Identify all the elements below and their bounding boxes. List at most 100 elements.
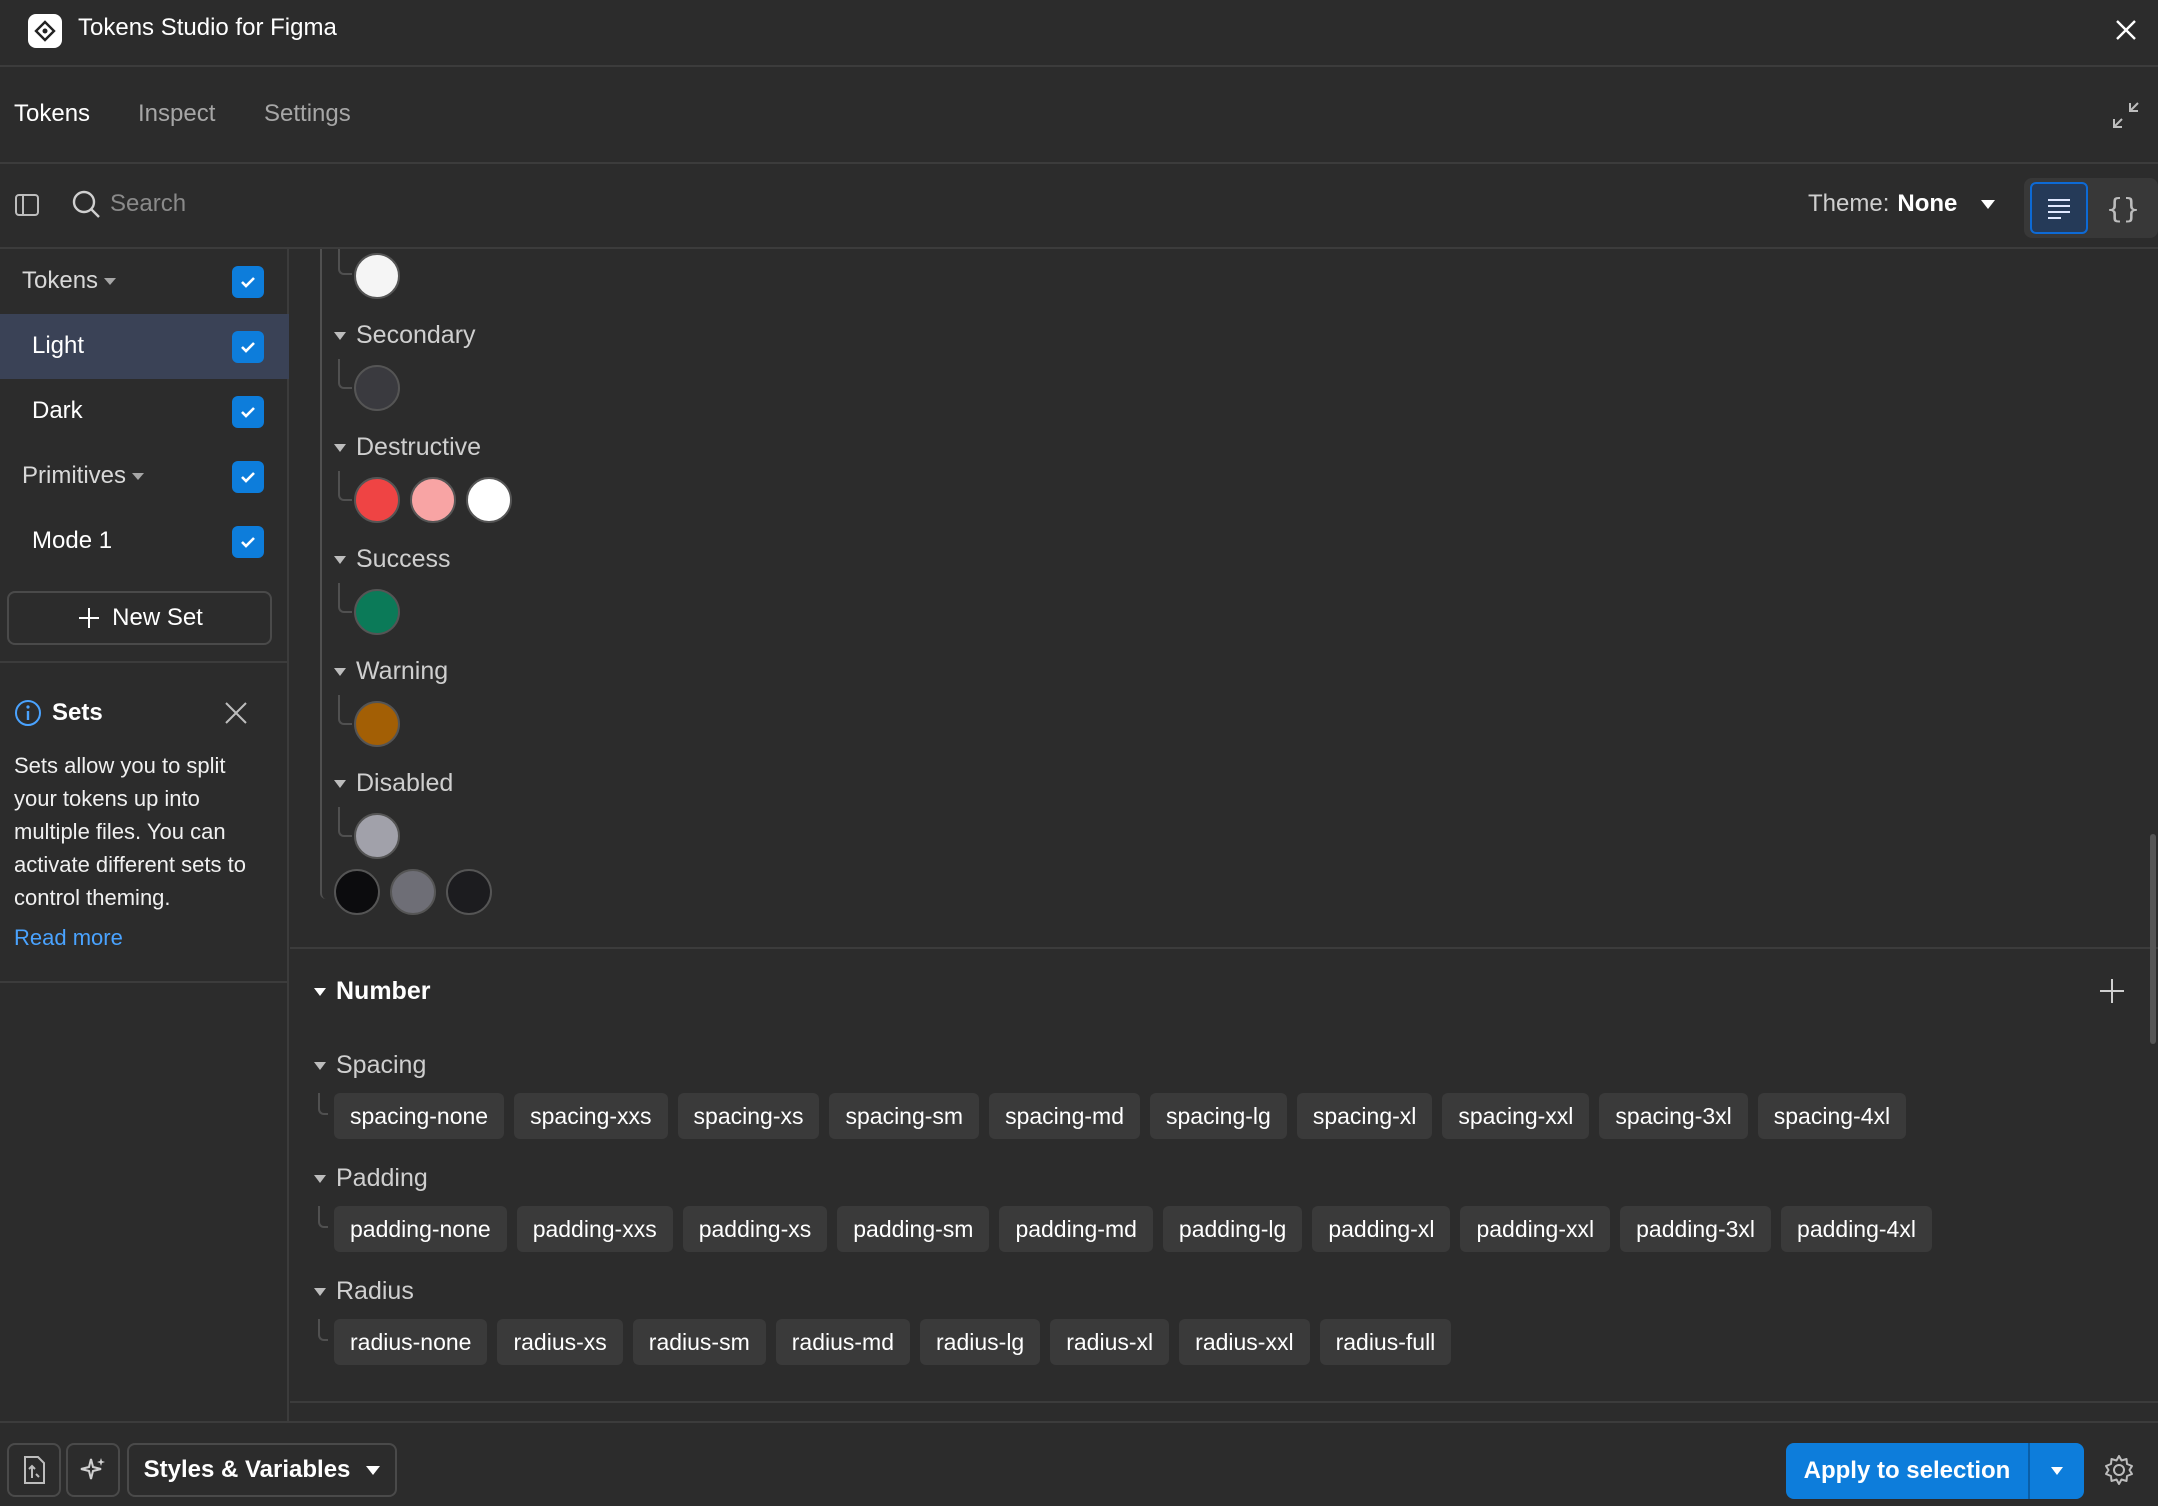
set-checkbox[interactable] (232, 396, 264, 428)
group-header-padding[interactable]: Padding (314, 1164, 428, 1193)
token-pill[interactable]: spacing-none (334, 1093, 505, 1139)
token-pill[interactable]: radius-none (334, 1319, 488, 1365)
chevron-down-icon[interactable] (2030, 1467, 2084, 1475)
chevron-down-icon (104, 278, 117, 286)
color-token-swatch[interactable] (354, 253, 400, 299)
search-input[interactable] (110, 184, 710, 224)
tab-settings[interactable]: Settings (264, 100, 351, 128)
set-row-dark[interactable]: Dark (0, 379, 289, 444)
token-pill[interactable]: padding-sm (837, 1206, 990, 1252)
token-pill[interactable]: spacing-xs (677, 1093, 820, 1139)
ai-button[interactable] (66, 1443, 120, 1497)
tab-inspect[interactable]: Inspect (138, 100, 215, 128)
token-pill[interactable]: radius-lg (920, 1319, 1041, 1365)
chevron-down-icon (366, 1465, 381, 1475)
group-label: Success (356, 545, 451, 573)
tab-tokens[interactable]: Tokens (14, 100, 90, 128)
color-token-swatch[interactable] (354, 813, 400, 859)
section-header-number[interactable]: Number (314, 977, 430, 1006)
token-pill[interactable]: radius-xl (1050, 1319, 1170, 1365)
close-icon[interactable] (222, 699, 250, 727)
minimize-icon[interactable] (2108, 97, 2144, 133)
token-pill[interactable]: padding-4xl (1781, 1206, 1932, 1252)
new-set-button[interactable]: New Set (7, 591, 272, 645)
chevron-down-icon (334, 779, 346, 788)
chevron-down-icon (1981, 199, 1996, 209)
token-pill[interactable]: spacing-md (989, 1093, 1140, 1139)
apply-to-selection-button[interactable]: Apply to selection (1786, 1443, 2084, 1499)
list-view-icon[interactable] (2030, 182, 2088, 234)
tree-line (318, 1093, 328, 1115)
color-token-swatch[interactable] (466, 477, 512, 523)
set-row-tokens[interactable]: Tokens (0, 249, 289, 314)
chevron-down-icon (314, 1061, 326, 1070)
token-pill[interactable]: spacing-xxl (1442, 1093, 1590, 1139)
color-token-swatch[interactable] (354, 589, 400, 635)
token-pill[interactable]: spacing-3xl (1599, 1093, 1748, 1139)
sidebar-toggle-icon[interactable] (12, 190, 42, 220)
set-row-mode-1[interactable]: Mode 1 (0, 509, 289, 574)
token-pill[interactable]: radius-sm (632, 1319, 766, 1365)
token-pill[interactable]: radius-full (1319, 1319, 1452, 1365)
set-checkbox[interactable] (232, 266, 264, 298)
token-pill[interactable]: padding-xs (682, 1206, 828, 1252)
token-pill[interactable]: radius-xs (497, 1319, 623, 1365)
sets-info-text: Sets allow you to split your tokens up i… (14, 753, 246, 910)
set-checkbox[interactable] (232, 331, 264, 363)
color-token-swatch[interactable] (446, 869, 492, 915)
token-pill[interactable]: spacing-xl (1296, 1093, 1433, 1139)
token-pill[interactable]: spacing-xxs (514, 1093, 668, 1139)
token-pill[interactable]: padding-md (999, 1206, 1153, 1252)
token-pill[interactable]: radius-xxl (1179, 1319, 1310, 1365)
color-token-swatch[interactable] (410, 477, 456, 523)
token-pill[interactable]: padding-xxl (1460, 1206, 1611, 1252)
group-header-radius[interactable]: Radius (314, 1277, 414, 1306)
close-icon[interactable] (2108, 12, 2144, 48)
tree-line (338, 695, 352, 725)
token-pill[interactable]: padding-3xl (1620, 1206, 1772, 1252)
footer: Styles & Variables Apply to selection (0, 1421, 2158, 1506)
tree-line (338, 807, 352, 837)
color-token-swatch[interactable] (354, 365, 400, 411)
file-sync-icon (24, 1456, 45, 1484)
set-row-light[interactable]: Light (0, 314, 289, 379)
token-pill[interactable]: spacing-4xl (1757, 1093, 1907, 1139)
token-pill[interactable]: padding-xl (1312, 1206, 1451, 1252)
token-pill[interactable]: padding-xxs (516, 1206, 673, 1252)
set-checkbox[interactable] (232, 526, 264, 558)
title-bar: Tokens Studio for Figma (0, 0, 2158, 67)
token-pill[interactable]: padding-none (334, 1206, 507, 1252)
set-label: Light (32, 332, 85, 359)
color-token-swatch[interactable] (354, 477, 400, 523)
set-label: Primitives (22, 462, 127, 489)
token-pill[interactable]: padding-lg (1162, 1206, 1303, 1252)
sync-button[interactable] (7, 1443, 61, 1497)
json-view-icon[interactable]: {} (2094, 182, 2152, 234)
scrollbar[interactable] (2150, 834, 2156, 1044)
read-more-link[interactable]: Read more (14, 925, 123, 951)
token-pill[interactable]: spacing-lg (1149, 1093, 1287, 1139)
group-label: Destructive (356, 433, 482, 461)
add-token-icon[interactable] (2096, 975, 2128, 1007)
group-header-success[interactable]: Success (334, 545, 450, 574)
apply-label: Apply to selection (1786, 1443, 2030, 1499)
set-row-primitives[interactable]: Primitives (0, 444, 289, 509)
tree-line (338, 249, 352, 275)
group-header-destructive[interactable]: Destructive (334, 433, 481, 462)
new-set-label: New Set (112, 604, 203, 631)
group-header-warning[interactable]: Warning (334, 657, 448, 686)
theme-selector[interactable]: Theme: None (1808, 190, 1996, 218)
sets-info-panel: Sets Sets allow you to split your tokens… (0, 663, 289, 983)
color-token-swatch[interactable] (390, 869, 436, 915)
color-token-swatch[interactable] (334, 869, 380, 915)
group-header-disabled[interactable]: Disabled (334, 769, 453, 798)
styles-variables-dropdown[interactable]: Styles & Variables (127, 1443, 397, 1497)
group-header-spacing[interactable]: Spacing (314, 1051, 426, 1080)
color-token-swatch[interactable] (354, 701, 400, 747)
token-pill[interactable]: radius-md (775, 1319, 911, 1365)
gear-icon[interactable] (2102, 1453, 2136, 1487)
set-checkbox[interactable] (232, 461, 264, 493)
chevron-down-icon (334, 443, 346, 452)
token-pill[interactable]: spacing-sm (829, 1093, 980, 1139)
group-header-secondary[interactable]: Secondary (334, 321, 476, 350)
